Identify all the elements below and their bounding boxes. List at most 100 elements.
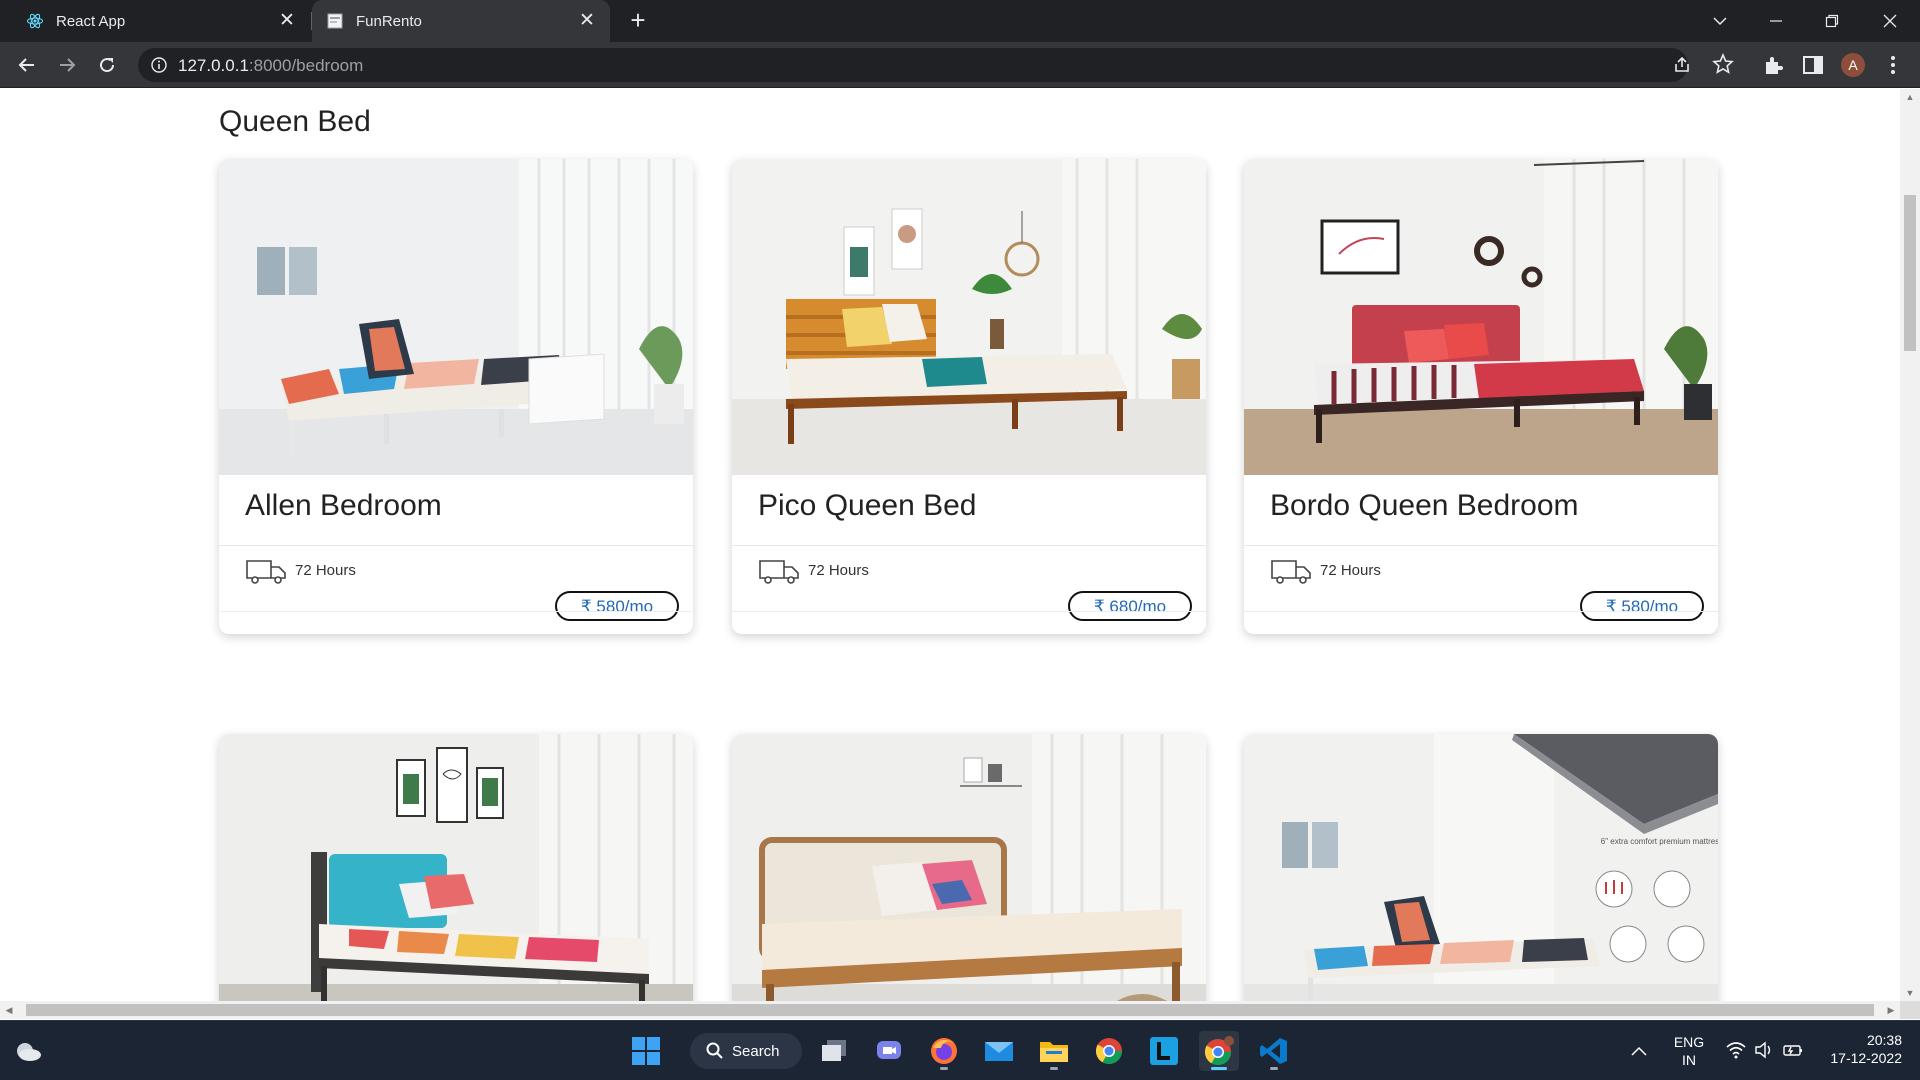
divider — [219, 545, 693, 546]
language-code: ENG — [1673, 1034, 1705, 1050]
product-card[interactable] — [732, 734, 1206, 1001]
l-app[interactable] — [1144, 1031, 1184, 1071]
delivery-truck-icon — [1271, 560, 1311, 584]
product-card[interactable]: Allen Bedroom 72 Hours ₹ 580/mo — [219, 159, 693, 634]
share-icon[interactable] — [1672, 55, 1692, 75]
clock-time: 20:38 — [1866, 1032, 1902, 1048]
chrome-profile-icon — [1204, 1036, 1234, 1066]
browser-tabstrip: React App ✕ FunRento ✕ + — [0, 0, 1920, 42]
scrollbar-corner — [1900, 1001, 1920, 1019]
reload-button[interactable] — [91, 49, 123, 81]
battery-icon[interactable] — [1782, 1041, 1804, 1059]
wifi-icon[interactable] — [1726, 1041, 1746, 1059]
product-card[interactable]: Bordo Queen Bedroom 72 Hours ₹ 580/mo — [1244, 159, 1718, 634]
delivery-time: 72 Hours — [1320, 562, 1381, 579]
close-window-button[interactable] — [1862, 0, 1918, 42]
product-image — [732, 734, 1206, 1001]
horizontal-scrollbar[interactable]: ◀ ▶ — [0, 1001, 1900, 1019]
minimize-icon — [1770, 20, 1782, 22]
product-card[interactable]: 6" extra comfort premium mattress — [1244, 734, 1718, 1001]
back-button[interactable] — [11, 49, 43, 81]
product-image — [732, 159, 1206, 475]
product-card[interactable]: Pico Queen Bed 72 Hours ₹ 680/mo — [732, 159, 1206, 634]
clock-date: 17-12-2022 — [1830, 1050, 1902, 1066]
arrow-right-icon — [60, 58, 76, 72]
firefox-app[interactable] — [924, 1031, 964, 1071]
new-tab-button[interactable]: + — [624, 7, 652, 35]
close-icon[interactable]: ✕ — [578, 11, 596, 30]
clock[interactable]: 20:38 17-12-2022 — [1820, 1031, 1916, 1067]
vscode-icon — [1260, 1038, 1287, 1064]
product-name[interactable]: Bordo Queen Bedroom — [1270, 489, 1579, 523]
tab-search-button[interactable] — [1692, 0, 1748, 42]
teams-chat-app[interactable] — [869, 1031, 909, 1071]
chat-icon — [877, 1041, 901, 1059]
language-indicator[interactable]: ENG IN — [1666, 1033, 1712, 1069]
cloud-icon — [17, 1043, 41, 1061]
task-view-button[interactable] — [814, 1031, 854, 1071]
search-icon — [706, 1042, 723, 1059]
price-button[interactable]: ₹ 580/mo — [555, 591, 679, 621]
restore-icon — [1825, 14, 1839, 28]
product-card[interactable] — [219, 734, 693, 1001]
scrollbar-thumb[interactable] — [1904, 195, 1916, 351]
scroll-left-arrow-icon[interactable]: ◀ — [0, 1001, 18, 1019]
address-bar[interactable]: 127.0.0.1:8000/bedroom — [138, 48, 1689, 82]
extensions-icon[interactable] — [1762, 54, 1784, 76]
side-panel-icon[interactable] — [1802, 54, 1824, 76]
volume-icon[interactable] — [1754, 1041, 1774, 1059]
scroll-right-arrow-icon[interactable]: ▶ — [1882, 1001, 1900, 1019]
price-button[interactable]: ₹ 580/mo — [1580, 591, 1704, 621]
vscode-app[interactable] — [1254, 1031, 1294, 1071]
delivery-truck-icon — [246, 560, 286, 584]
minimize-button[interactable] — [1748, 0, 1804, 42]
scroll-up-arrow-icon[interactable]: ▲ — [1900, 89, 1920, 105]
chrome-profile-app[interactable] — [1199, 1031, 1239, 1071]
scroll-down-arrow-icon[interactable]: ▼ — [1900, 985, 1920, 1001]
start-button[interactable] — [626, 1031, 666, 1071]
mail-app[interactable] — [979, 1031, 1019, 1071]
file-explorer-app[interactable] — [1034, 1031, 1074, 1071]
product-name[interactable]: Allen Bedroom — [245, 489, 442, 523]
tab-react-app[interactable]: React App ✕ — [0, 0, 310, 42]
delivery-time: 72 Hours — [808, 562, 869, 579]
divider — [732, 611, 1206, 612]
running-indicator — [1050, 1067, 1058, 1070]
delivery-time: 72 Hours — [295, 562, 356, 579]
tray-overflow-button[interactable] — [1627, 1031, 1651, 1071]
divider — [1244, 611, 1718, 612]
page-viewport: Queen Bed Allen Bedroom 72 Hours ₹ 580/m… — [0, 89, 1900, 1001]
running-indicator — [940, 1067, 948, 1070]
product-image: 6" extra comfort premium mattress — [1244, 734, 1718, 1001]
divider — [219, 611, 693, 612]
product-image — [219, 734, 693, 1001]
product-name[interactable]: Pico Queen Bed — [758, 489, 976, 523]
price-button[interactable]: ₹ 680/mo — [1068, 591, 1192, 621]
tab-funrento[interactable]: FunRento ✕ — [312, 0, 610, 42]
info-icon[interactable] — [150, 56, 168, 74]
active-indicator — [1211, 1067, 1227, 1070]
arrow-left-icon — [18, 58, 34, 72]
taskbar: Search ENG IN 20:38 17-12-2022 — [0, 1020, 1920, 1080]
page-icon — [326, 12, 344, 30]
menu-kebab-icon[interactable] — [1882, 54, 1904, 76]
mail-icon — [985, 1042, 1013, 1061]
mattress-caption: 6" extra comfort premium mattress — [1601, 837, 1718, 846]
vertical-scrollbar[interactable]: ▲ ▼ — [1900, 89, 1920, 1001]
close-icon[interactable]: ✕ — [278, 11, 296, 30]
l-app-icon — [1150, 1037, 1178, 1065]
url-host: 127.0.0.1 — [178, 56, 249, 75]
reload-icon — [100, 58, 115, 73]
chrome-app[interactable] — [1089, 1031, 1129, 1071]
close-icon — [1883, 14, 1897, 28]
bookmark-star-icon[interactable] — [1712, 53, 1734, 75]
browser-toolbar: 127.0.0.1:8000/bedroom — [0, 42, 1920, 88]
profile-avatar[interactable]: A — [1841, 53, 1865, 77]
weather-widget[interactable] — [8, 1031, 48, 1071]
taskbar-search[interactable]: Search — [690, 1033, 802, 1069]
region-code: IN — [1682, 1052, 1696, 1068]
react-icon — [26, 12, 44, 30]
scrollbar-thumb[interactable] — [26, 1004, 1874, 1016]
forward-button[interactable] — [51, 49, 83, 81]
restore-button[interactable] — [1804, 0, 1860, 42]
